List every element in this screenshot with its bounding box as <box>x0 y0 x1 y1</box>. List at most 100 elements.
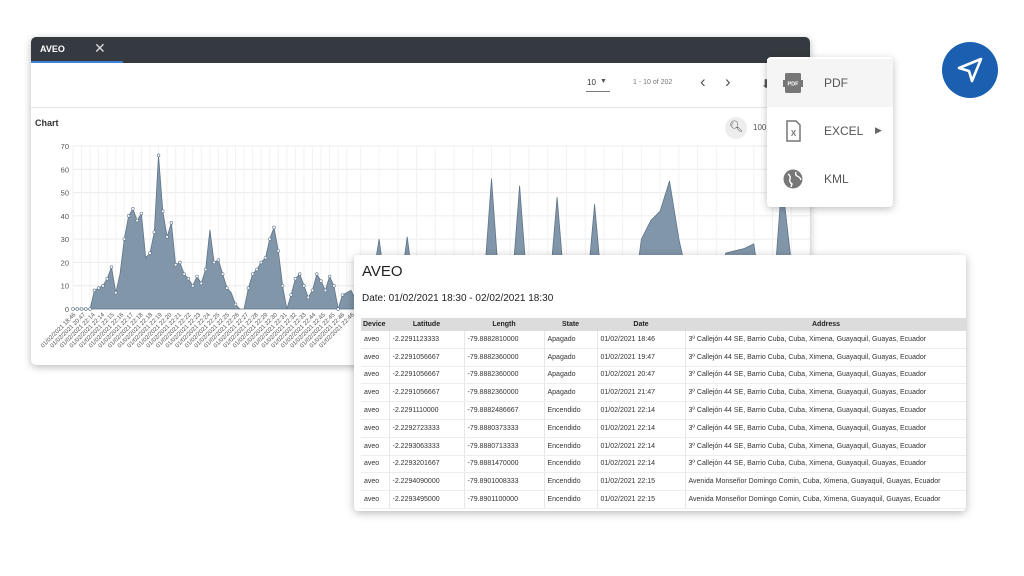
table-cell: 01/02/2021 22:15 <box>596 490 685 509</box>
table-cell: -79.8882360000 <box>463 348 544 367</box>
data-point <box>165 235 169 239</box>
table-cell: 01/02/2021 22:14 <box>596 455 685 474</box>
data-point <box>225 286 229 290</box>
next-page-button[interactable]: › <box>725 72 731 92</box>
report-date-range: Date: 01/02/2021 18:30 - 02/02/2021 18:3… <box>362 293 554 304</box>
table-cell: Apagado <box>543 366 597 385</box>
table-cell: -79.8882486667 <box>463 401 544 420</box>
table-cell: Apagado <box>543 383 597 403</box>
table-cell: Encendido <box>543 401 597 420</box>
table-cell: aveo <box>361 437 389 456</box>
menu-item-pdf[interactable]: PDF PDF <box>767 59 893 107</box>
data-point <box>186 277 191 281</box>
menu-label-excel: EXCEL <box>824 124 864 138</box>
table-cell: Encendido <box>543 490 597 509</box>
table-cell: 3º Callejón 44 SE, Barrio Cuba, Cuba, Xi… <box>684 331 966 349</box>
menu-item-excel[interactable]: X EXCEL ▶ <box>767 107 893 155</box>
data-point <box>195 274 199 279</box>
data-point <box>178 260 182 265</box>
table-cell: -2.2291110000 <box>388 401 464 420</box>
column-header: Date <box>597 318 685 331</box>
data-point <box>169 221 174 225</box>
data-point <box>199 281 204 286</box>
data-point <box>191 284 195 288</box>
y-tick-label: 50 <box>61 189 69 198</box>
table-cell: -2.2293201667 <box>388 455 464 474</box>
table-cell: 3º Callejón 44 SE, Barrio Cuba, Cuba, Xi… <box>684 366 966 385</box>
table-cell: 01/02/2021 22:14 <box>596 401 685 420</box>
y-tick-label: 0 <box>65 305 69 314</box>
column-header: Address <box>685 318 966 331</box>
report-table: Device Latitude Length State Date Addres… <box>361 318 966 509</box>
data-point <box>135 218 139 223</box>
data-point <box>161 209 165 213</box>
table-cell: -79.8882360000 <box>463 366 544 385</box>
table-cell: -79.8882810000 <box>463 331 544 349</box>
data-point <box>289 293 293 297</box>
column-header: State <box>544 318 597 331</box>
y-tick-label: 40 <box>61 212 69 221</box>
y-tick-label: 30 <box>61 235 69 244</box>
data-point <box>96 286 101 290</box>
page-size-value: 10 <box>587 78 596 87</box>
table-row: aveo -2.2294090000 -79.8901008333 Encendido… <box>361 472 966 492</box>
table-row: aveo -2.2291056667 -79.8882360000 Apagado 01… <box>361 383 966 403</box>
table-cell: -79.8880713333 <box>463 437 544 456</box>
table-cell: Apagado <box>543 348 597 367</box>
data-point <box>302 284 306 288</box>
previous-page-button[interactable]: ‹ <box>700 72 706 92</box>
zoom-button[interactable]: 🔍︎ <box>725 117 747 139</box>
table-cell: aveo <box>361 490 389 509</box>
report-title: AVEO <box>362 263 403 280</box>
navigation-button[interactable] <box>942 42 998 98</box>
table-cell: aveo <box>361 455 389 474</box>
column-header: Latitude <box>389 318 464 331</box>
data-point <box>255 267 259 272</box>
navigation-arrow-icon <box>957 57 983 83</box>
range-label: 1 - 10 of 202 <box>633 79 673 86</box>
table-row: aveo -2.2291056667 -79.8882360000 Apagado 01… <box>361 348 966 367</box>
table-header-row: Device Latitude Length State Date Addres… <box>361 318 966 331</box>
page-size-select[interactable]: 10 ▼ <box>586 77 610 92</box>
table-cell: 01/02/2021 22:14 <box>596 437 685 456</box>
table-row: aveo -2.2291056667 -79.8882360000 Apagado 01… <box>361 366 966 385</box>
svg-text:PDF: PDF <box>788 82 800 88</box>
table-cell: Encendido <box>543 419 597 438</box>
table-cell: Avenida Monseñor Domingo Comin, Cuba, Xi… <box>684 472 966 492</box>
data-point <box>114 291 118 295</box>
caret-down-icon: ▼ <box>600 78 607 85</box>
table-cell: Encendido <box>543 455 597 474</box>
table-cell: Encendido <box>543 472 597 492</box>
data-point <box>263 256 268 260</box>
y-tick-label: 70 <box>61 142 69 151</box>
table-cell: -2.2292723333 <box>388 419 464 438</box>
menu-item-kml[interactable]: KML <box>767 155 893 203</box>
table-cell: 3º Callejón 44 SE, Barrio Cuba, Cuba, Xi… <box>684 383 966 403</box>
table-row: aveo -2.2292723333 -79.8880373333 Encendido… <box>361 419 966 438</box>
y-tick-label: 60 <box>61 165 69 174</box>
zoom-level: 100 <box>753 123 767 132</box>
table-cell: -2.2291056667 <box>388 383 464 403</box>
data-point <box>182 272 186 276</box>
tab-aveo[interactable]: AVEO ✕ <box>31 37 123 63</box>
data-point <box>297 272 302 276</box>
data-point <box>131 207 135 211</box>
data-point <box>268 237 272 241</box>
data-point <box>327 274 332 279</box>
data-point <box>75 307 79 311</box>
data-point <box>336 307 340 311</box>
data-point <box>84 307 88 311</box>
y-tick-label: 20 <box>61 258 69 267</box>
data-point <box>152 230 156 234</box>
table-cell: 3º Callejón 44 SE, Barrio Cuba, Cuba, Xi… <box>684 401 966 420</box>
table-cell: aveo <box>361 366 389 385</box>
data-point <box>246 286 251 290</box>
data-point <box>156 153 161 158</box>
table-cell: aveo <box>361 383 389 403</box>
data-point <box>203 267 208 272</box>
table-cell: aveo <box>361 419 389 438</box>
data-point <box>280 284 285 288</box>
close-icon[interactable]: ✕ <box>94 40 106 57</box>
submenu-arrow-icon: ▶ <box>875 125 882 135</box>
data-point <box>272 225 276 230</box>
